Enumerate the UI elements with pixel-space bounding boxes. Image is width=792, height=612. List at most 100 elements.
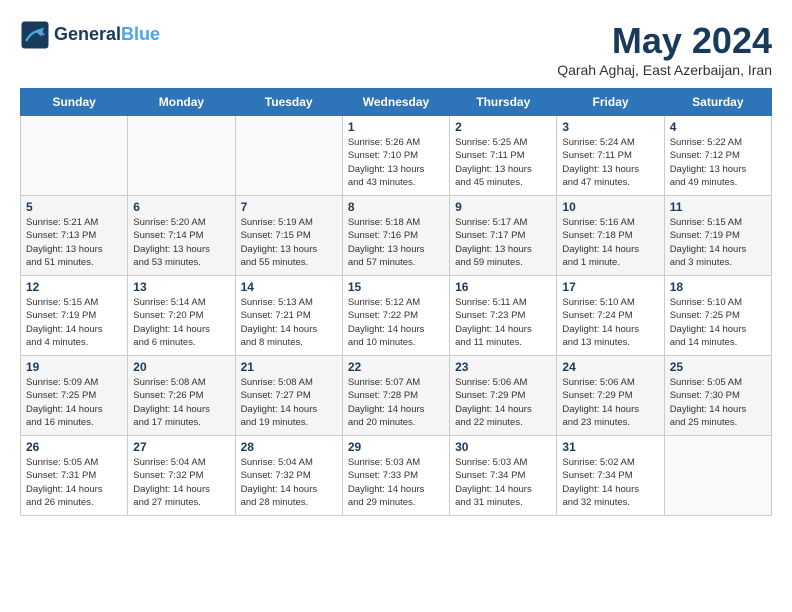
day-info: Sunrise: 5:22 AM Sunset: 7:12 PM Dayligh…: [670, 136, 766, 189]
day-info: Sunrise: 5:10 AM Sunset: 7:24 PM Dayligh…: [562, 296, 658, 349]
calendar-body: 1Sunrise: 5:26 AM Sunset: 7:10 PM Daylig…: [21, 116, 772, 516]
week-row-1: 1Sunrise: 5:26 AM Sunset: 7:10 PM Daylig…: [21, 116, 772, 196]
day-cell: 6 Sunrise: 5:20 AM Sunset: 7:14 PM Daylig…: [128, 196, 235, 276]
week-row-5: 26 Sunrise: 5:05 AM Sunset: 7:31 PM Dayli…: [21, 436, 772, 516]
day-info: Sunrise: 5:04 AM Sunset: 7:32 PM Dayligh…: [133, 456, 229, 509]
day-cell: 16 Sunrise: 5:11 AM Sunset: 7:23 PM Dayli…: [450, 276, 557, 356]
day-number: 5: [26, 200, 122, 214]
location-subtitle: Qarah Aghaj, East Azerbaijan, Iran: [557, 62, 772, 78]
header-cell-monday: Monday: [128, 89, 235, 116]
day-cell: 24Sunrise: 5:06 AM Sunset: 7:29 PM Dayli…: [557, 356, 664, 436]
day-number: 16: [455, 280, 551, 294]
day-number: 21: [241, 360, 337, 374]
day-cell: 1Sunrise: 5:26 AM Sunset: 7:10 PM Daylig…: [342, 116, 449, 196]
page-header: GeneralBlue May 2024 Qarah Aghaj, East A…: [20, 20, 772, 78]
day-info: Sunrise: 5:14 AM Sunset: 7:20 PM Dayligh…: [133, 296, 229, 349]
day-info: Sunrise: 5:21 AM Sunset: 7:13 PM Dayligh…: [26, 216, 122, 269]
day-cell: 27 Sunrise: 5:04 AM Sunset: 7:32 PM Dayli…: [128, 436, 235, 516]
day-info: Sunrise: 5:08 AM Sunset: 7:27 PM Dayligh…: [241, 376, 337, 429]
day-info: Sunrise: 5:24 AM Sunset: 7:11 PM Dayligh…: [562, 136, 658, 189]
day-info: Sunrise: 5:07 AM Sunset: 7:28 PM Dayligh…: [348, 376, 444, 429]
day-number: 13: [133, 280, 229, 294]
day-number: 31: [562, 440, 658, 454]
day-cell: 20Sunrise: 5:08 AM Sunset: 7:26 PM Dayli…: [128, 356, 235, 436]
day-number: 19: [26, 360, 122, 374]
day-cell: 12 Sunrise: 5:15 AM Sunset: 7:19 PM Dayli…: [21, 276, 128, 356]
day-number: 24: [562, 360, 658, 374]
day-number: 2: [455, 120, 551, 134]
day-cell: 2 Sunrise: 5:25 AM Sunset: 7:11 PM Daylig…: [450, 116, 557, 196]
day-cell: 8Sunrise: 5:18 AM Sunset: 7:16 PM Daylig…: [342, 196, 449, 276]
day-cell: 10Sunrise: 5:16 AM Sunset: 7:18 PM Dayli…: [557, 196, 664, 276]
calendar-table: SundayMondayTuesdayWednesdayThursdayFrid…: [20, 88, 772, 516]
day-info: Sunrise: 5:04 AM Sunset: 7:32 PM Dayligh…: [241, 456, 337, 509]
day-info: Sunrise: 5:26 AM Sunset: 7:10 PM Dayligh…: [348, 136, 444, 189]
day-number: 3: [562, 120, 658, 134]
day-number: 7: [241, 200, 337, 214]
day-number: 27: [133, 440, 229, 454]
day-number: 18: [670, 280, 766, 294]
day-cell: 18 Sunrise: 5:10 AM Sunset: 7:25 PM Dayli…: [664, 276, 771, 356]
day-cell: 22 Sunrise: 5:07 AM Sunset: 7:28 PM Dayli…: [342, 356, 449, 436]
day-info: Sunrise: 5:06 AM Sunset: 7:29 PM Dayligh…: [455, 376, 551, 429]
day-number: 23: [455, 360, 551, 374]
day-info: Sunrise: 5:25 AM Sunset: 7:11 PM Dayligh…: [455, 136, 551, 189]
day-number: 17: [562, 280, 658, 294]
day-info: Sunrise: 5:15 AM Sunset: 7:19 PM Dayligh…: [26, 296, 122, 349]
day-info: Sunrise: 5:03 AM Sunset: 7:34 PM Dayligh…: [455, 456, 551, 509]
header-cell-wednesday: Wednesday: [342, 89, 449, 116]
day-cell: 31 Sunrise: 5:02 AM Sunset: 7:34 PM Dayli…: [557, 436, 664, 516]
logo-icon: [20, 20, 50, 50]
day-cell: 4 Sunrise: 5:22 AM Sunset: 7:12 PM Daylig…: [664, 116, 771, 196]
day-cell: 13 Sunrise: 5:14 AM Sunset: 7:20 PM Dayli…: [128, 276, 235, 356]
day-number: 22: [348, 360, 444, 374]
logo-text: GeneralBlue: [54, 25, 160, 45]
day-cell: 21 Sunrise: 5:08 AM Sunset: 7:27 PM Dayli…: [235, 356, 342, 436]
day-info: Sunrise: 5:12 AM Sunset: 7:22 PM Dayligh…: [348, 296, 444, 349]
day-number: 29: [348, 440, 444, 454]
header-cell-thursday: Thursday: [450, 89, 557, 116]
header-cell-tuesday: Tuesday: [235, 89, 342, 116]
day-number: 25: [670, 360, 766, 374]
day-info: Sunrise: 5:19 AM Sunset: 7:15 PM Dayligh…: [241, 216, 337, 269]
day-info: Sunrise: 5:11 AM Sunset: 7:23 PM Dayligh…: [455, 296, 551, 349]
calendar-header: SundayMondayTuesdayWednesdayThursdayFrid…: [21, 89, 772, 116]
day-number: 26: [26, 440, 122, 454]
day-cell: [21, 116, 128, 196]
day-number: 28: [241, 440, 337, 454]
day-cell: 5 Sunrise: 5:21 AM Sunset: 7:13 PM Daylig…: [21, 196, 128, 276]
day-cell: [128, 116, 235, 196]
day-number: 6: [133, 200, 229, 214]
header-cell-sunday: Sunday: [21, 89, 128, 116]
day-cell: [664, 436, 771, 516]
day-info: Sunrise: 5:13 AM Sunset: 7:21 PM Dayligh…: [241, 296, 337, 349]
header-row: SundayMondayTuesdayWednesdayThursdayFrid…: [21, 89, 772, 116]
day-cell: 17 Sunrise: 5:10 AM Sunset: 7:24 PM Dayli…: [557, 276, 664, 356]
day-cell: 15 Sunrise: 5:12 AM Sunset: 7:22 PM Dayli…: [342, 276, 449, 356]
day-number: 20: [133, 360, 229, 374]
day-cell: 3 Sunrise: 5:24 AM Sunset: 7:11 PM Daylig…: [557, 116, 664, 196]
day-info: Sunrise: 5:02 AM Sunset: 7:34 PM Dayligh…: [562, 456, 658, 509]
day-info: Sunrise: 5:10 AM Sunset: 7:25 PM Dayligh…: [670, 296, 766, 349]
day-cell: 30 Sunrise: 5:03 AM Sunset: 7:34 PM Dayli…: [450, 436, 557, 516]
day-number: 10: [562, 200, 658, 214]
day-info: Sunrise: 5:05 AM Sunset: 7:31 PM Dayligh…: [26, 456, 122, 509]
header-cell-saturday: Saturday: [664, 89, 771, 116]
day-cell: 25Sunrise: 5:05 AM Sunset: 7:30 PM Dayli…: [664, 356, 771, 436]
day-info: Sunrise: 5:03 AM Sunset: 7:33 PM Dayligh…: [348, 456, 444, 509]
day-info: Sunrise: 5:09 AM Sunset: 7:25 PM Dayligh…: [26, 376, 122, 429]
week-row-4: 19 Sunrise: 5:09 AM Sunset: 7:25 PM Dayli…: [21, 356, 772, 436]
day-cell: 14Sunrise: 5:13 AM Sunset: 7:21 PM Dayli…: [235, 276, 342, 356]
day-number: 12: [26, 280, 122, 294]
day-cell: 28 Sunrise: 5:04 AM Sunset: 7:32 PM Dayli…: [235, 436, 342, 516]
day-cell: 23 Sunrise: 5:06 AM Sunset: 7:29 PM Dayli…: [450, 356, 557, 436]
day-number: 15: [348, 280, 444, 294]
header-cell-friday: Friday: [557, 89, 664, 116]
day-number: 30: [455, 440, 551, 454]
day-number: 4: [670, 120, 766, 134]
day-info: Sunrise: 5:17 AM Sunset: 7:17 PM Dayligh…: [455, 216, 551, 269]
day-info: Sunrise: 5:15 AM Sunset: 7:19 PM Dayligh…: [670, 216, 766, 269]
day-info: Sunrise: 5:20 AM Sunset: 7:14 PM Dayligh…: [133, 216, 229, 269]
day-number: 11: [670, 200, 766, 214]
title-block: May 2024 Qarah Aghaj, East Azerbaijan, I…: [557, 20, 772, 78]
